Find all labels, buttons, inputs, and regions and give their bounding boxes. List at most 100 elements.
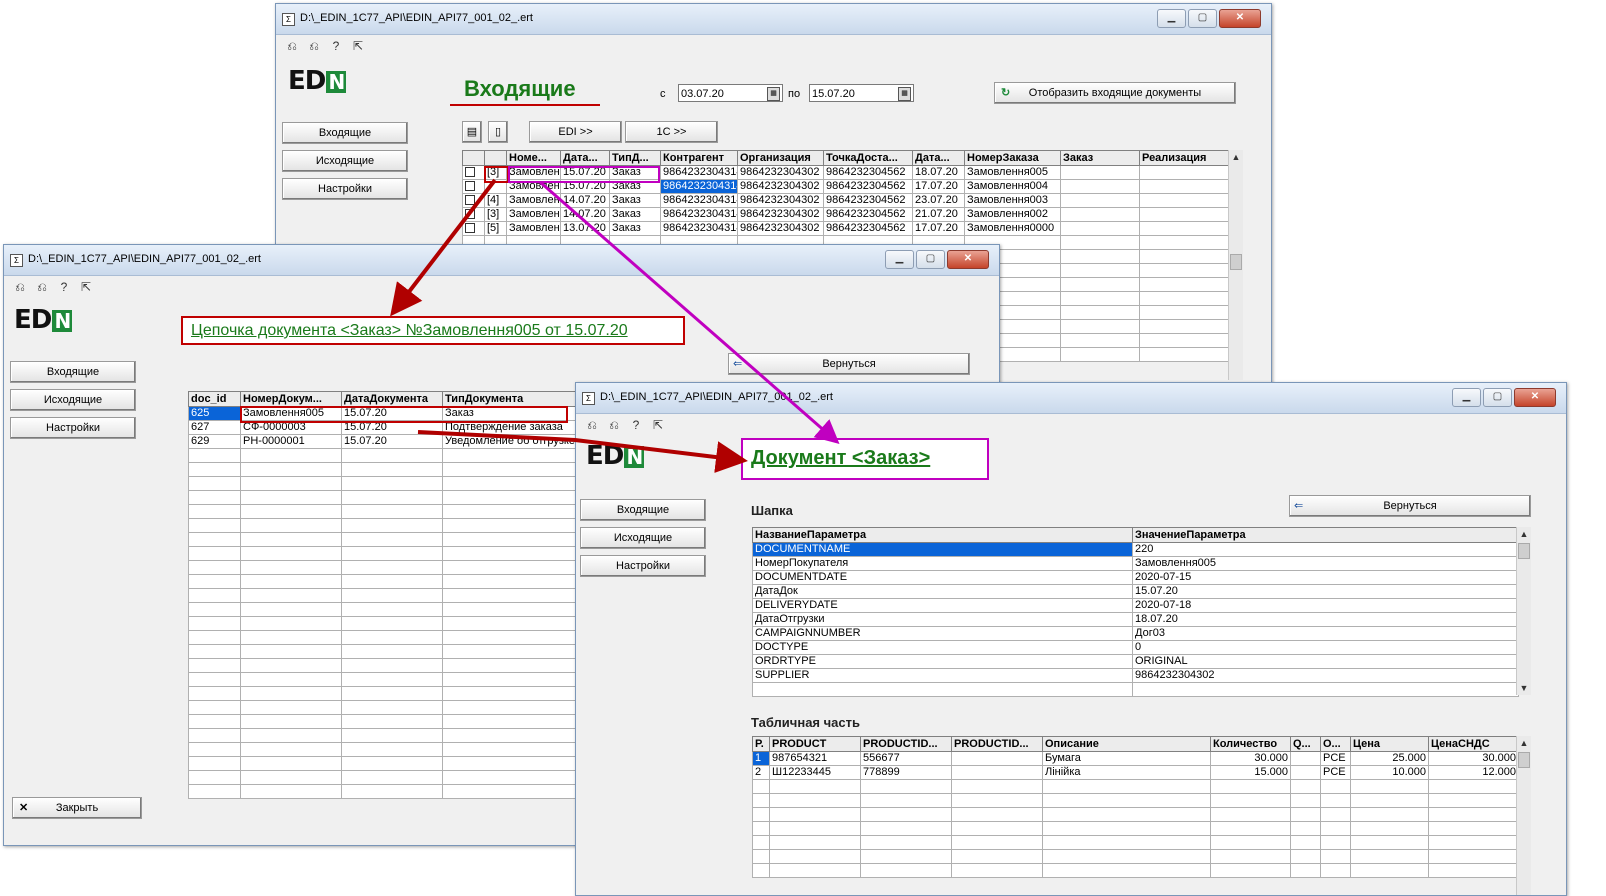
cell[interactable]: Замовлення004 [964, 179, 1061, 194]
column-header[interactable]: doc_id [188, 391, 241, 407]
scroll-thumb[interactable] [1230, 254, 1242, 270]
row-checkbox[interactable] [462, 193, 485, 208]
cell[interactable]: Лінійка [1042, 765, 1211, 780]
cell[interactable]: 556677 [860, 751, 952, 766]
cell[interactable]: DOCTYPE [752, 640, 1133, 655]
help-icon[interactable]: ? [628, 417, 644, 433]
cell[interactable] [1290, 765, 1321, 780]
column-header[interactable] [484, 150, 507, 166]
column-header[interactable]: PRODUCT [769, 736, 861, 752]
cell[interactable]: Уведомление об отгрузке [442, 434, 589, 449]
chain-count[interactable]: [3] [484, 207, 507, 222]
cell[interactable]: Бумага [1042, 751, 1211, 766]
cell[interactable]: 9864232304302 [737, 207, 824, 222]
table-scrollbar[interactable]: ▲ [1228, 150, 1243, 380]
cell[interactable] [1139, 165, 1233, 180]
cell[interactable]: 10.000 [1350, 765, 1429, 780]
cell[interactable]: 21.07.20 [912, 207, 965, 222]
cell[interactable]: 15.07.20 [341, 434, 443, 449]
cell[interactable]: 30.000 [1210, 751, 1291, 766]
nav-settings-button[interactable]: Настройки [10, 417, 136, 439]
column-header[interactable]: Количество [1210, 736, 1291, 752]
row-checkbox[interactable] [462, 179, 485, 194]
row-checkbox[interactable] [462, 221, 485, 236]
cell[interactable]: 9864232304314 [660, 207, 738, 222]
scroll-up-icon[interactable]: ▲ [1229, 150, 1243, 164]
minimize-button[interactable]: ▁ [1452, 388, 1481, 407]
cell[interactable]: 778899 [860, 765, 952, 780]
cell[interactable]: 23.07.20 [912, 193, 965, 208]
column-header[interactable]: Р. [752, 736, 770, 752]
nav-settings-button[interactable]: Настройки [282, 178, 408, 200]
cell[interactable]: ДатаОтгрузки [752, 612, 1133, 627]
cell[interactable]: ORDRTYPE [752, 654, 1133, 669]
column-header[interactable]: Номе... [506, 150, 561, 166]
cell[interactable]: Замовлен [506, 193, 561, 208]
calendar-icon[interactable]: ▦ [898, 87, 911, 101]
cell[interactable] [1290, 751, 1321, 766]
items-table-scrollbar[interactable]: ▲ [1516, 736, 1531, 895]
nav-incoming-button[interactable]: Входящие [580, 499, 706, 521]
cell[interactable]: Замовлення003 [964, 193, 1061, 208]
cell[interactable]: 9864232304314 [660, 221, 738, 236]
cell[interactable] [1060, 207, 1140, 222]
cell[interactable]: Ш12233445 [769, 765, 861, 780]
table-row[interactable]: 1 987654321 556677 Бумага 30.000 PCE 25.000 30.… [752, 751, 1519, 766]
cell[interactable]: 220 [1132, 542, 1519, 557]
cell[interactable]: 9864232304302 [737, 179, 824, 194]
cell[interactable]: PCE [1320, 751, 1351, 766]
row-checkbox[interactable] [462, 207, 485, 222]
scroll-down-icon[interactable]: ▼ [1517, 681, 1531, 695]
cell[interactable]: 2020-07-18 [1132, 598, 1519, 613]
column-header[interactable]: Реализация [1139, 150, 1233, 166]
date-to-field[interactable]: 15.07.20 ▦ [809, 84, 914, 102]
nav-incoming-button[interactable]: Входящие [10, 361, 136, 383]
maximize-button[interactable]: ▢ [1483, 388, 1512, 407]
column-header[interactable]: НазваниеПараметра [752, 527, 1133, 543]
cell[interactable]: 14.07.20 [560, 207, 610, 222]
cell[interactable]: 30.000 [1428, 751, 1519, 766]
header-table-scrollbar[interactable]: ▲ ▼ [1516, 527, 1531, 695]
cell[interactable] [1139, 179, 1233, 194]
table-row[interactable]: ORDRTYPE ORIGINAL [752, 654, 1519, 669]
deselect-all-button[interactable]: ▯ [488, 121, 508, 143]
table-row[interactable]: [5] Замовлен 13.07.20 Заказ 9864232304314 986… [462, 221, 1233, 236]
edi-button[interactable]: EDI >> [529, 121, 622, 143]
connect-icon[interactable]: ⎌ [584, 417, 600, 433]
nav-incoming-button[interactable]: Входящие [282, 122, 408, 144]
column-header[interactable]: Дата... [912, 150, 965, 166]
table-row[interactable]: [4] Замовлен 14.07.20 Заказ 9864232304314 986… [462, 193, 1233, 208]
cell[interactable]: 9864232304314 [660, 165, 738, 180]
column-header[interactable]: ДатаДокумента [341, 391, 443, 407]
cell[interactable]: 0 [1132, 640, 1519, 655]
cell[interactable] [1139, 221, 1233, 236]
cell[interactable] [1139, 193, 1233, 208]
cell[interactable] [951, 765, 1043, 780]
cell[interactable]: 9864232304302 [737, 165, 824, 180]
maximize-button[interactable]: ▢ [1188, 9, 1217, 28]
table-row[interactable]: ДатаОтгрузки 18.07.20 [752, 612, 1519, 627]
column-header[interactable]: Описание [1042, 736, 1211, 752]
onec-button[interactable]: 1С >> [625, 121, 718, 143]
cell[interactable]: 15.000 [1210, 765, 1291, 780]
nav-outgoing-button[interactable]: Исходящие [10, 389, 136, 411]
cell[interactable]: 2020-07-15 [1132, 570, 1519, 585]
cell[interactable]: 13.07.20 [560, 221, 610, 236]
cell[interactable]: Замовлення005 [964, 165, 1061, 180]
cell[interactable]: PCE [1320, 765, 1351, 780]
column-header[interactable]: О... [1320, 736, 1351, 752]
selected-cell[interactable]: 625 [188, 406, 241, 421]
cell[interactable]: 9864232304302 [737, 193, 824, 208]
cell[interactable]: 9864232304562 [823, 207, 913, 222]
close-button[interactable]: ✕ [1219, 9, 1261, 28]
pointer-help-icon[interactable]: ⇱ [350, 38, 366, 54]
column-header[interactable]: Заказ [1060, 150, 1140, 166]
cell[interactable]: 18.07.20 [1132, 612, 1519, 627]
scroll-thumb[interactable] [1518, 752, 1530, 768]
cell[interactable]: 12.000 [1428, 765, 1519, 780]
close-button[interactable]: ✕ [1514, 388, 1556, 407]
column-header[interactable]: PRODUCTID... [951, 736, 1043, 752]
cell[interactable]: 9864232304562 [823, 179, 913, 194]
column-header[interactable]: ЦенаСНДС [1428, 736, 1519, 752]
cell[interactable]: НомерПокупателя [752, 556, 1133, 571]
